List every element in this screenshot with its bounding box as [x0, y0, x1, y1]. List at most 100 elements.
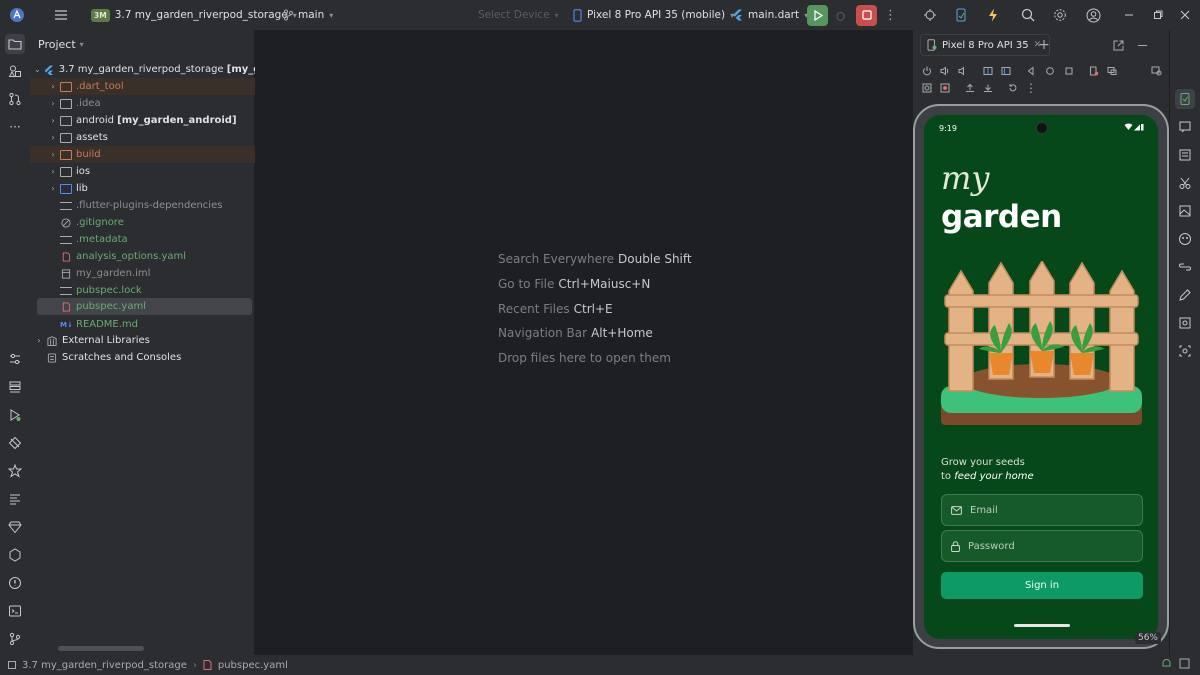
status-device-icon[interactable]	[1161, 658, 1172, 672]
pull-requests-button[interactable]	[5, 89, 25, 109]
sign-in-button[interactable]: Sign in	[941, 572, 1143, 599]
preview-button[interactable]	[1175, 313, 1195, 333]
status-bar: 3.7 my_garden_riverpod_storage › pubspec…	[0, 655, 1200, 675]
tree-item-my-garden-iml[interactable]: my_garden.iml	[30, 265, 255, 282]
bookmarks-button[interactable]	[5, 349, 25, 369]
gemini-button[interactable]	[5, 517, 25, 537]
tree-item-flutter-plugins-dependencies[interactable]: .flutter-plugins-dependencies	[30, 197, 255, 214]
project-selector[interactable]: 3M 3.7 my_garden_riverpod_storage ▾	[91, 0, 297, 30]
hide-panel-button[interactable]	[1135, 38, 1149, 52]
run-config-selector[interactable]: main.dart ▾	[732, 0, 808, 30]
problems-button[interactable]	[5, 573, 25, 593]
status-bar-file[interactable]: pubspec.yaml	[218, 660, 288, 671]
device-selector[interactable]: Select Device ▾	[478, 0, 559, 30]
device-screen[interactable]: 9:19 my garden Grow your seeds to feed y…	[924, 115, 1158, 639]
debug-button[interactable]	[834, 0, 847, 30]
open-in-window-button[interactable]	[1111, 38, 1125, 52]
status-notification-icon[interactable]	[1179, 658, 1190, 672]
power-button[interactable]	[920, 64, 934, 78]
project-tool-button[interactable]	[5, 34, 25, 54]
run-button[interactable]	[807, 0, 828, 30]
maximize-button[interactable]	[1153, 0, 1163, 30]
layers-tool-button[interactable]	[5, 377, 25, 397]
zoom-level[interactable]: 56%	[1134, 632, 1161, 644]
project-panel-header[interactable]: Project ▾	[30, 30, 254, 58]
status-bar-project[interactable]: 3.7 my_garden_riverpod_storage	[22, 660, 187, 671]
snapshot-button[interactable]	[1006, 81, 1020, 95]
tree-item-pubspec-lock[interactable]: pubspec.lock	[30, 282, 255, 299]
device-frame-button[interactable]	[1087, 64, 1101, 78]
export-button[interactable]	[963, 81, 977, 95]
gemini-assistant-button[interactable]	[1175, 229, 1195, 249]
flutter-performance-button[interactable]	[1175, 173, 1195, 193]
flutter-inspector-button[interactable]	[5, 461, 25, 481]
gesture-home-bar[interactable]	[1014, 624, 1070, 627]
running-device-selector[interactable]: Pixel 8 Pro API 35 (mobile) ▾	[573, 0, 734, 30]
tree-item-lib[interactable]: › lib	[30, 180, 255, 197]
more-actions-button[interactable]: ⋮	[884, 0, 897, 30]
device-more-button[interactable]: ⋮	[1024, 81, 1038, 95]
more-tools-button[interactable]: ···	[5, 117, 25, 137]
back-button[interactable]	[1024, 64, 1038, 78]
volume-up-button[interactable]	[938, 64, 952, 78]
device-explorer-button[interactable]	[1175, 145, 1195, 165]
tree-item-ios[interactable]: › ios	[30, 163, 255, 180]
tree-item-android[interactable]: › android [my_garden_android]	[30, 112, 255, 129]
tree-item-readme[interactable]: M↓ README.md	[30, 316, 255, 333]
password-field[interactable]: Password	[941, 530, 1143, 562]
notifications-button[interactable]	[1175, 117, 1195, 137]
editor-tools-button[interactable]	[1175, 285, 1195, 305]
inspector-button[interactable]	[1175, 341, 1195, 361]
tree-item-pubspec-yaml[interactable]: pubspec.yaml	[37, 298, 252, 315]
device-tab[interactable]: Pixel 8 Pro API 35 ✕	[920, 34, 1051, 56]
tree-item-scratches[interactable]: Scratches and Consoles	[30, 349, 255, 366]
structure-button[interactable]	[5, 489, 25, 509]
email-field[interactable]: Email	[941, 494, 1143, 526]
screenshot-button[interactable]	[920, 81, 934, 95]
running-devices-tool-button[interactable]	[1175, 89, 1195, 109]
tree-item-idea[interactable]: › .idea	[30, 95, 255, 112]
tree-item-build[interactable]: › build	[30, 146, 255, 163]
tree-item-assets[interactable]: › assets	[30, 129, 255, 146]
layout-inspector-button[interactable]	[1149, 64, 1163, 78]
minimize-button[interactable]	[1124, 0, 1134, 30]
tree-item-gitignore[interactable]: .gitignore	[30, 214, 255, 231]
hot-reload-button[interactable]	[988, 0, 998, 30]
import-button[interactable]	[981, 81, 995, 95]
plugins-button[interactable]	[923, 0, 937, 30]
device-manager-button[interactable]	[955, 0, 967, 30]
stop-button[interactable]	[856, 0, 877, 30]
rotate-right-button[interactable]	[999, 64, 1013, 78]
tree-item-external-libraries[interactable]: › External Libraries	[30, 332, 255, 349]
horizontal-scrollbar[interactable]	[58, 646, 144, 651]
app-inspection-button[interactable]	[5, 545, 25, 565]
device-mirroring-button[interactable]	[1105, 64, 1119, 78]
account-button[interactable]	[1086, 0, 1101, 30]
tree-item-root[interactable]: ⌄ 3.7 my_garden_riverpod_storage [my_gar…	[30, 61, 255, 78]
volume-down-button[interactable]	[956, 64, 970, 78]
emulator-extended-button[interactable]	[1175, 201, 1195, 221]
overview-button[interactable]	[1062, 64, 1076, 78]
home-button[interactable]	[1043, 64, 1057, 78]
settings-button[interactable]	[1053, 0, 1067, 30]
dart-analysis-button[interactable]	[1175, 257, 1195, 277]
rotate-left-button[interactable]	[981, 64, 995, 78]
close-button[interactable]	[1180, 0, 1190, 30]
screen-record-button[interactable]	[938, 81, 952, 95]
app-quality-button[interactable]	[5, 433, 25, 453]
tree-item-label: .flutter-plugins-dependencies	[76, 200, 223, 211]
main-menu-button[interactable]	[54, 0, 68, 30]
search-button[interactable]	[1021, 0, 1035, 30]
android-studio-logo[interactable]	[9, 0, 25, 30]
run-tool-button[interactable]	[5, 405, 25, 425]
new-device-tab-button[interactable]: +	[1037, 37, 1051, 53]
editor-empty-state[interactable]: Search Everywhere Double Shift Go to File…	[258, 30, 910, 653]
tree-item-dart-tool[interactable]: › .dart_tool	[30, 78, 255, 95]
resource-manager-button[interactable]	[5, 61, 25, 81]
terminal-button[interactable]	[5, 601, 25, 621]
branch-selector[interactable]: main ▾	[283, 0, 333, 30]
tree-item-analysis-options[interactable]: analysis_options.yaml	[30, 248, 255, 265]
tree-item-metadata[interactable]: .metadata	[30, 231, 255, 248]
version-control-button[interactable]	[5, 629, 25, 649]
notification-icon	[1179, 121, 1191, 133]
